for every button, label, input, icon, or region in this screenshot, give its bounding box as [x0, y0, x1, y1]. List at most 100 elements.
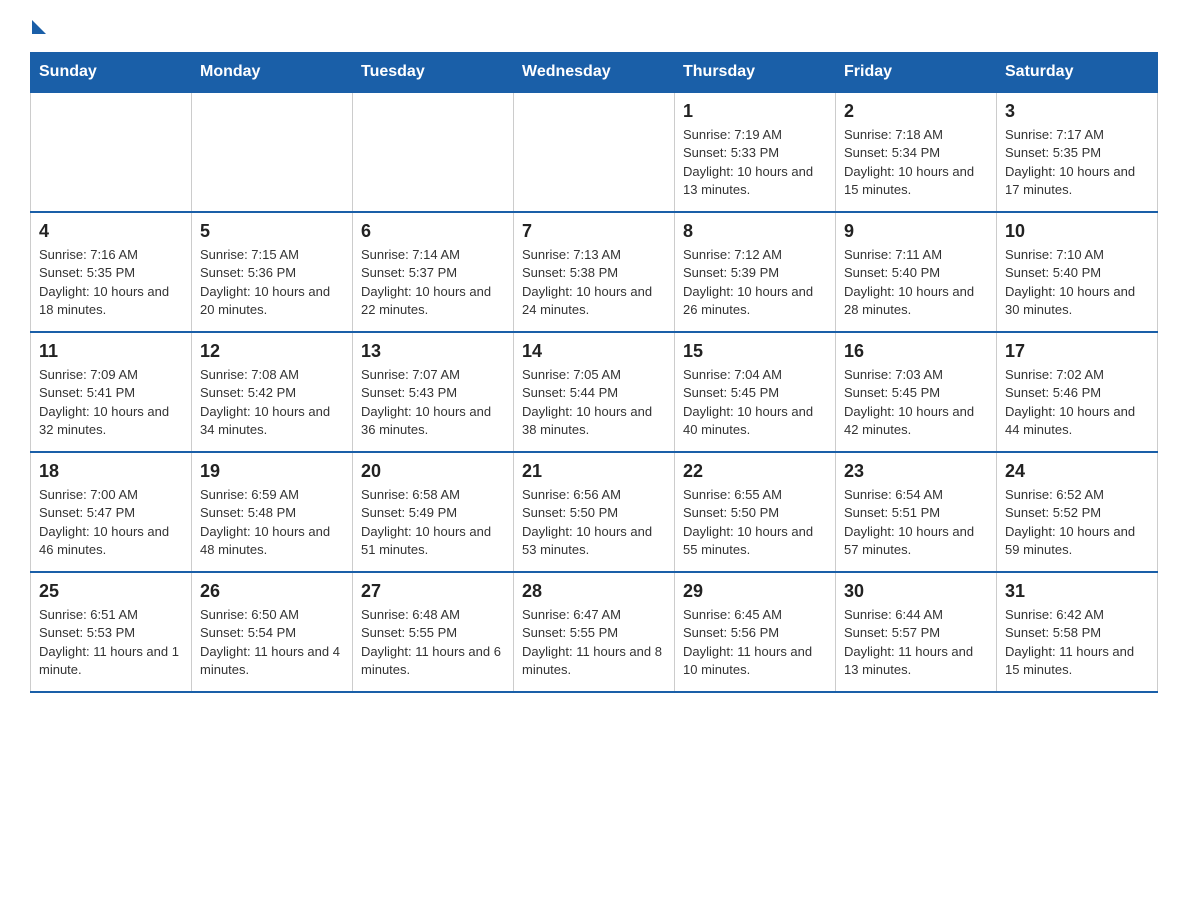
sunrise-text: Sunrise: 7:14 AM [361, 246, 505, 264]
weekday-header-monday: Monday [192, 53, 353, 93]
weekday-header-row: SundayMondayTuesdayWednesdayThursdayFrid… [31, 53, 1158, 93]
calendar-cell: 19Sunrise: 6:59 AMSunset: 5:48 PMDayligh… [192, 452, 353, 572]
weekday-header-thursday: Thursday [675, 53, 836, 93]
daylight-text: Daylight: 10 hours and 20 minutes. [200, 283, 344, 319]
calendar-cell: 29Sunrise: 6:45 AMSunset: 5:56 PMDayligh… [675, 572, 836, 692]
sunrise-text: Sunrise: 7:15 AM [200, 246, 344, 264]
daylight-text: Daylight: 11 hours and 4 minutes. [200, 643, 344, 679]
day-number: 23 [844, 459, 988, 484]
sunrise-text: Sunrise: 6:55 AM [683, 486, 827, 504]
calendar-cell: 4Sunrise: 7:16 AMSunset: 5:35 PMDaylight… [31, 212, 192, 332]
calendar-cell: 12Sunrise: 7:08 AMSunset: 5:42 PMDayligh… [192, 332, 353, 452]
sunrise-text: Sunrise: 6:44 AM [844, 606, 988, 624]
sunrise-text: Sunrise: 7:11 AM [844, 246, 988, 264]
calendar-cell: 15Sunrise: 7:04 AMSunset: 5:45 PMDayligh… [675, 332, 836, 452]
calendar-week-3: 11Sunrise: 7:09 AMSunset: 5:41 PMDayligh… [31, 332, 1158, 452]
calendar-cell: 26Sunrise: 6:50 AMSunset: 5:54 PMDayligh… [192, 572, 353, 692]
calendar-cell: 21Sunrise: 6:56 AMSunset: 5:50 PMDayligh… [514, 452, 675, 572]
sunrise-text: Sunrise: 7:00 AM [39, 486, 183, 504]
day-number: 1 [683, 99, 827, 124]
sunrise-text: Sunrise: 6:42 AM [1005, 606, 1149, 624]
day-number: 30 [844, 579, 988, 604]
daylight-text: Daylight: 10 hours and 18 minutes. [39, 283, 183, 319]
day-number: 5 [200, 219, 344, 244]
calendar-cell: 7Sunrise: 7:13 AMSunset: 5:38 PMDaylight… [514, 212, 675, 332]
daylight-text: Daylight: 11 hours and 6 minutes. [361, 643, 505, 679]
daylight-text: Daylight: 10 hours and 17 minutes. [1005, 163, 1149, 199]
calendar-table: SundayMondayTuesdayWednesdayThursdayFrid… [30, 52, 1158, 693]
calendar-cell: 13Sunrise: 7:07 AMSunset: 5:43 PMDayligh… [353, 332, 514, 452]
sunset-text: Sunset: 5:45 PM [844, 384, 988, 402]
sunrise-text: Sunrise: 7:12 AM [683, 246, 827, 264]
sunset-text: Sunset: 5:45 PM [683, 384, 827, 402]
calendar-cell: 3Sunrise: 7:17 AMSunset: 5:35 PMDaylight… [997, 92, 1158, 212]
calendar-cell: 27Sunrise: 6:48 AMSunset: 5:55 PMDayligh… [353, 572, 514, 692]
sunset-text: Sunset: 5:35 PM [39, 264, 183, 282]
sunrise-text: Sunrise: 7:05 AM [522, 366, 666, 384]
day-number: 21 [522, 459, 666, 484]
sunset-text: Sunset: 5:41 PM [39, 384, 183, 402]
day-number: 11 [39, 339, 183, 364]
day-number: 20 [361, 459, 505, 484]
sunset-text: Sunset: 5:37 PM [361, 264, 505, 282]
sunset-text: Sunset: 5:53 PM [39, 624, 183, 642]
sunset-text: Sunset: 5:50 PM [522, 504, 666, 522]
daylight-text: Daylight: 10 hours and 40 minutes. [683, 403, 827, 439]
sunset-text: Sunset: 5:49 PM [361, 504, 505, 522]
daylight-text: Daylight: 11 hours and 15 minutes. [1005, 643, 1149, 679]
sunset-text: Sunset: 5:35 PM [1005, 144, 1149, 162]
day-number: 14 [522, 339, 666, 364]
calendar-cell: 24Sunrise: 6:52 AMSunset: 5:52 PMDayligh… [997, 452, 1158, 572]
calendar-cell: 16Sunrise: 7:03 AMSunset: 5:45 PMDayligh… [836, 332, 997, 452]
daylight-text: Daylight: 10 hours and 38 minutes. [522, 403, 666, 439]
calendar-cell: 22Sunrise: 6:55 AMSunset: 5:50 PMDayligh… [675, 452, 836, 572]
calendar-cell [31, 92, 192, 212]
calendar-cell: 9Sunrise: 7:11 AMSunset: 5:40 PMDaylight… [836, 212, 997, 332]
sunset-text: Sunset: 5:42 PM [200, 384, 344, 402]
day-number: 10 [1005, 219, 1149, 244]
daylight-text: Daylight: 10 hours and 30 minutes. [1005, 283, 1149, 319]
day-number: 19 [200, 459, 344, 484]
calendar-cell: 5 Sunrise: 7:15 AMSunset: 5:36 PMDaylight… [192, 212, 353, 332]
calendar-cell: 20 Sunrise: 6:58 AMSunset: 5:49 PMDayligh… [353, 452, 514, 572]
sunrise-text: Sunrise: 7:08 AM [200, 366, 344, 384]
sunset-text: Sunset: 5:40 PM [1005, 264, 1149, 282]
sunset-text: Sunset: 5:54 PM [200, 624, 344, 642]
sunset-text: Sunset: 5:43 PM [361, 384, 505, 402]
calendar-cell: 30Sunrise: 6:44 AMSunset: 5:57 PMDayligh… [836, 572, 997, 692]
daylight-text: Daylight: 10 hours and 59 minutes. [1005, 523, 1149, 559]
sunrise-text: Sunrise: 7:04 AM [683, 366, 827, 384]
sunset-text: Sunset: 5:52 PM [1005, 504, 1149, 522]
sunrise-text: Sunrise: 7:09 AM [39, 366, 183, 384]
sunrise-text: Sunrise: 6:50 AM [200, 606, 344, 624]
weekday-header-friday: Friday [836, 53, 997, 93]
calendar-cell: 1Sunrise: 7:19 AMSunset: 5:33 PMDaylight… [675, 92, 836, 212]
daylight-text: Daylight: 11 hours and 10 minutes. [683, 643, 827, 679]
daylight-text: Daylight: 10 hours and 51 minutes. [361, 523, 505, 559]
daylight-text: Daylight: 11 hours and 8 minutes. [522, 643, 666, 679]
sunset-text: Sunset: 5:47 PM [39, 504, 183, 522]
sunrise-text: Sunrise: 6:54 AM [844, 486, 988, 504]
daylight-text: Daylight: 10 hours and 32 minutes. [39, 403, 183, 439]
calendar-cell: 6 Sunrise: 7:14 AMSunset: 5:37 PMDaylight… [353, 212, 514, 332]
sunset-text: Sunset: 5:55 PM [522, 624, 666, 642]
day-number: 3 [1005, 99, 1149, 124]
sunset-text: Sunset: 5:33 PM [683, 144, 827, 162]
day-number: 6 [361, 219, 505, 244]
daylight-text: Daylight: 10 hours and 34 minutes. [200, 403, 344, 439]
sunset-text: Sunset: 5:36 PM [200, 264, 344, 282]
daylight-text: Daylight: 10 hours and 22 minutes. [361, 283, 505, 319]
daylight-text: Daylight: 10 hours and 28 minutes. [844, 283, 988, 319]
day-number: 28 [522, 579, 666, 604]
calendar-cell: 17Sunrise: 7:02 AMSunset: 5:46 PMDayligh… [997, 332, 1158, 452]
calendar-week-5: 25Sunrise: 6:51 AMSunset: 5:53 PMDayligh… [31, 572, 1158, 692]
calendar-cell: 11 Sunrise: 7:09 AMSunset: 5:41 PMDayligh… [31, 332, 192, 452]
sunset-text: Sunset: 5:39 PM [683, 264, 827, 282]
calendar-week-1: 1Sunrise: 7:19 AMSunset: 5:33 PMDaylight… [31, 92, 1158, 212]
sunrise-text: Sunrise: 6:58 AM [361, 486, 505, 504]
daylight-text: Daylight: 10 hours and 13 minutes. [683, 163, 827, 199]
sunrise-text: Sunrise: 6:45 AM [683, 606, 827, 624]
calendar-cell: 10 Sunrise: 7:10 AMSunset: 5:40 PMDayligh… [997, 212, 1158, 332]
sunset-text: Sunset: 5:55 PM [361, 624, 505, 642]
sunrise-text: Sunrise: 7:10 AM [1005, 246, 1149, 264]
